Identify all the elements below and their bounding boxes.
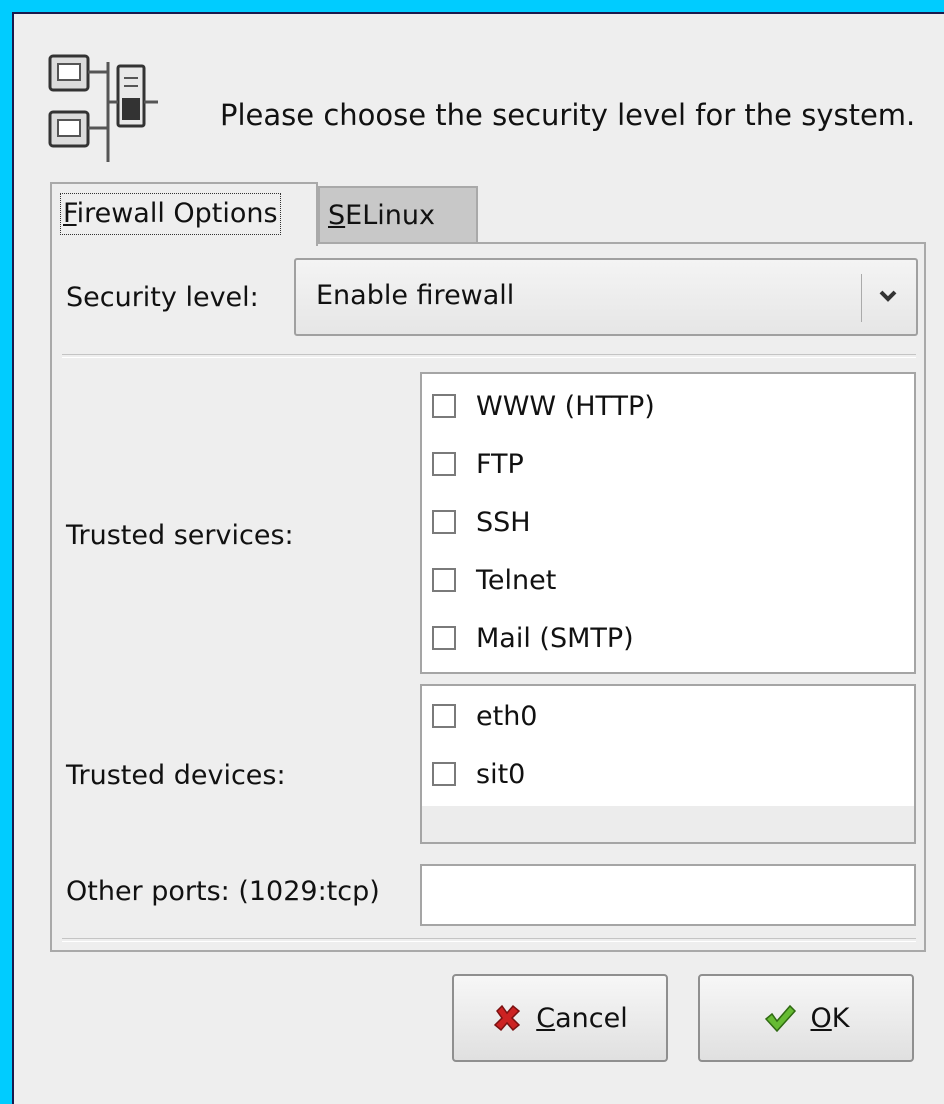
ssh-checkbox[interactable] xyxy=(432,510,456,534)
button-mnemonic: O xyxy=(810,1002,832,1034)
combo-separator xyxy=(861,274,862,322)
chevron-down-icon[interactable] xyxy=(874,282,902,310)
button-mnemonic: C xyxy=(536,1002,556,1034)
security-level-label: Security level: xyxy=(66,282,259,313)
list-item-telnet[interactable]: Telnet xyxy=(432,556,556,604)
list-item-label: eth0 xyxy=(476,700,538,732)
button-label: ancel xyxy=(555,1002,628,1034)
tab-label: irewall Options xyxy=(76,198,278,229)
list-item-smtp[interactable]: Mail (SMTP) xyxy=(432,614,634,662)
security-level-combo[interactable]: Enable firewall xyxy=(294,258,918,336)
red-x-icon xyxy=(494,1004,521,1032)
sit0-checkbox[interactable] xyxy=(432,762,456,786)
button-label: K xyxy=(831,1002,850,1034)
list-empty-area xyxy=(422,806,914,842)
other-ports-label: Other ports: (1029:tcp) xyxy=(66,876,380,907)
list-item-ftp[interactable]: FTP xyxy=(432,440,524,488)
trusted-devices-list[interactable]: eth0 sit0 xyxy=(420,684,916,844)
trusted-services-list[interactable]: WWW (HTTP) FTP SSH Telnet Mail (SMTP) xyxy=(420,372,916,674)
smtp-checkbox[interactable] xyxy=(432,626,456,650)
tab-label: ELinux xyxy=(345,200,435,231)
list-item-sit0[interactable]: sit0 xyxy=(432,750,525,798)
trusted-devices-label: Trusted devices: xyxy=(66,760,286,791)
network-security-icon xyxy=(48,54,158,162)
dialog-header: Please choose the security level for the… xyxy=(48,52,928,172)
eth0-checkbox[interactable] xyxy=(432,704,456,728)
security-level-dialog: Please choose the security level for the… xyxy=(12,12,944,1104)
list-item-label: FTP xyxy=(476,448,524,480)
trusted-services-label: Trusted services: xyxy=(66,520,294,551)
security-level-value: Enable firewall xyxy=(316,280,515,311)
header-text: Please choose the security level for the… xyxy=(220,98,916,132)
tab-mnemonic: S xyxy=(328,200,346,231)
cancel-button[interactable]: Cancel xyxy=(452,974,668,1062)
list-item-label: sit0 xyxy=(476,758,526,790)
list-item-label: WWW (HTTP) xyxy=(476,390,655,422)
list-item-label: Telnet xyxy=(476,564,557,596)
www-checkbox[interactable] xyxy=(432,394,456,418)
ftp-checkbox[interactable] xyxy=(432,452,456,476)
list-item-eth0[interactable]: eth0 xyxy=(432,692,538,740)
list-item-label: Mail (SMTP) xyxy=(476,622,634,654)
ok-button[interactable]: OK xyxy=(698,974,914,1062)
firewall-options-panel: Security level: Enable firewall Trusted … xyxy=(50,242,926,952)
list-item-ssh[interactable]: SSH xyxy=(432,498,531,546)
separator xyxy=(62,938,916,942)
telnet-checkbox[interactable] xyxy=(432,568,456,592)
list-item-www[interactable]: WWW (HTTP) xyxy=(432,382,655,430)
separator xyxy=(62,354,916,358)
green-checkmark-icon xyxy=(764,1004,796,1033)
tab-mnemonic: F xyxy=(63,198,77,229)
tab-firewall-options[interactable]: Firewall Options xyxy=(50,182,318,246)
list-item-label: SSH xyxy=(476,506,531,538)
tab-selinux[interactable]: SELinux xyxy=(318,186,478,242)
other-ports-input[interactable] xyxy=(420,864,916,926)
